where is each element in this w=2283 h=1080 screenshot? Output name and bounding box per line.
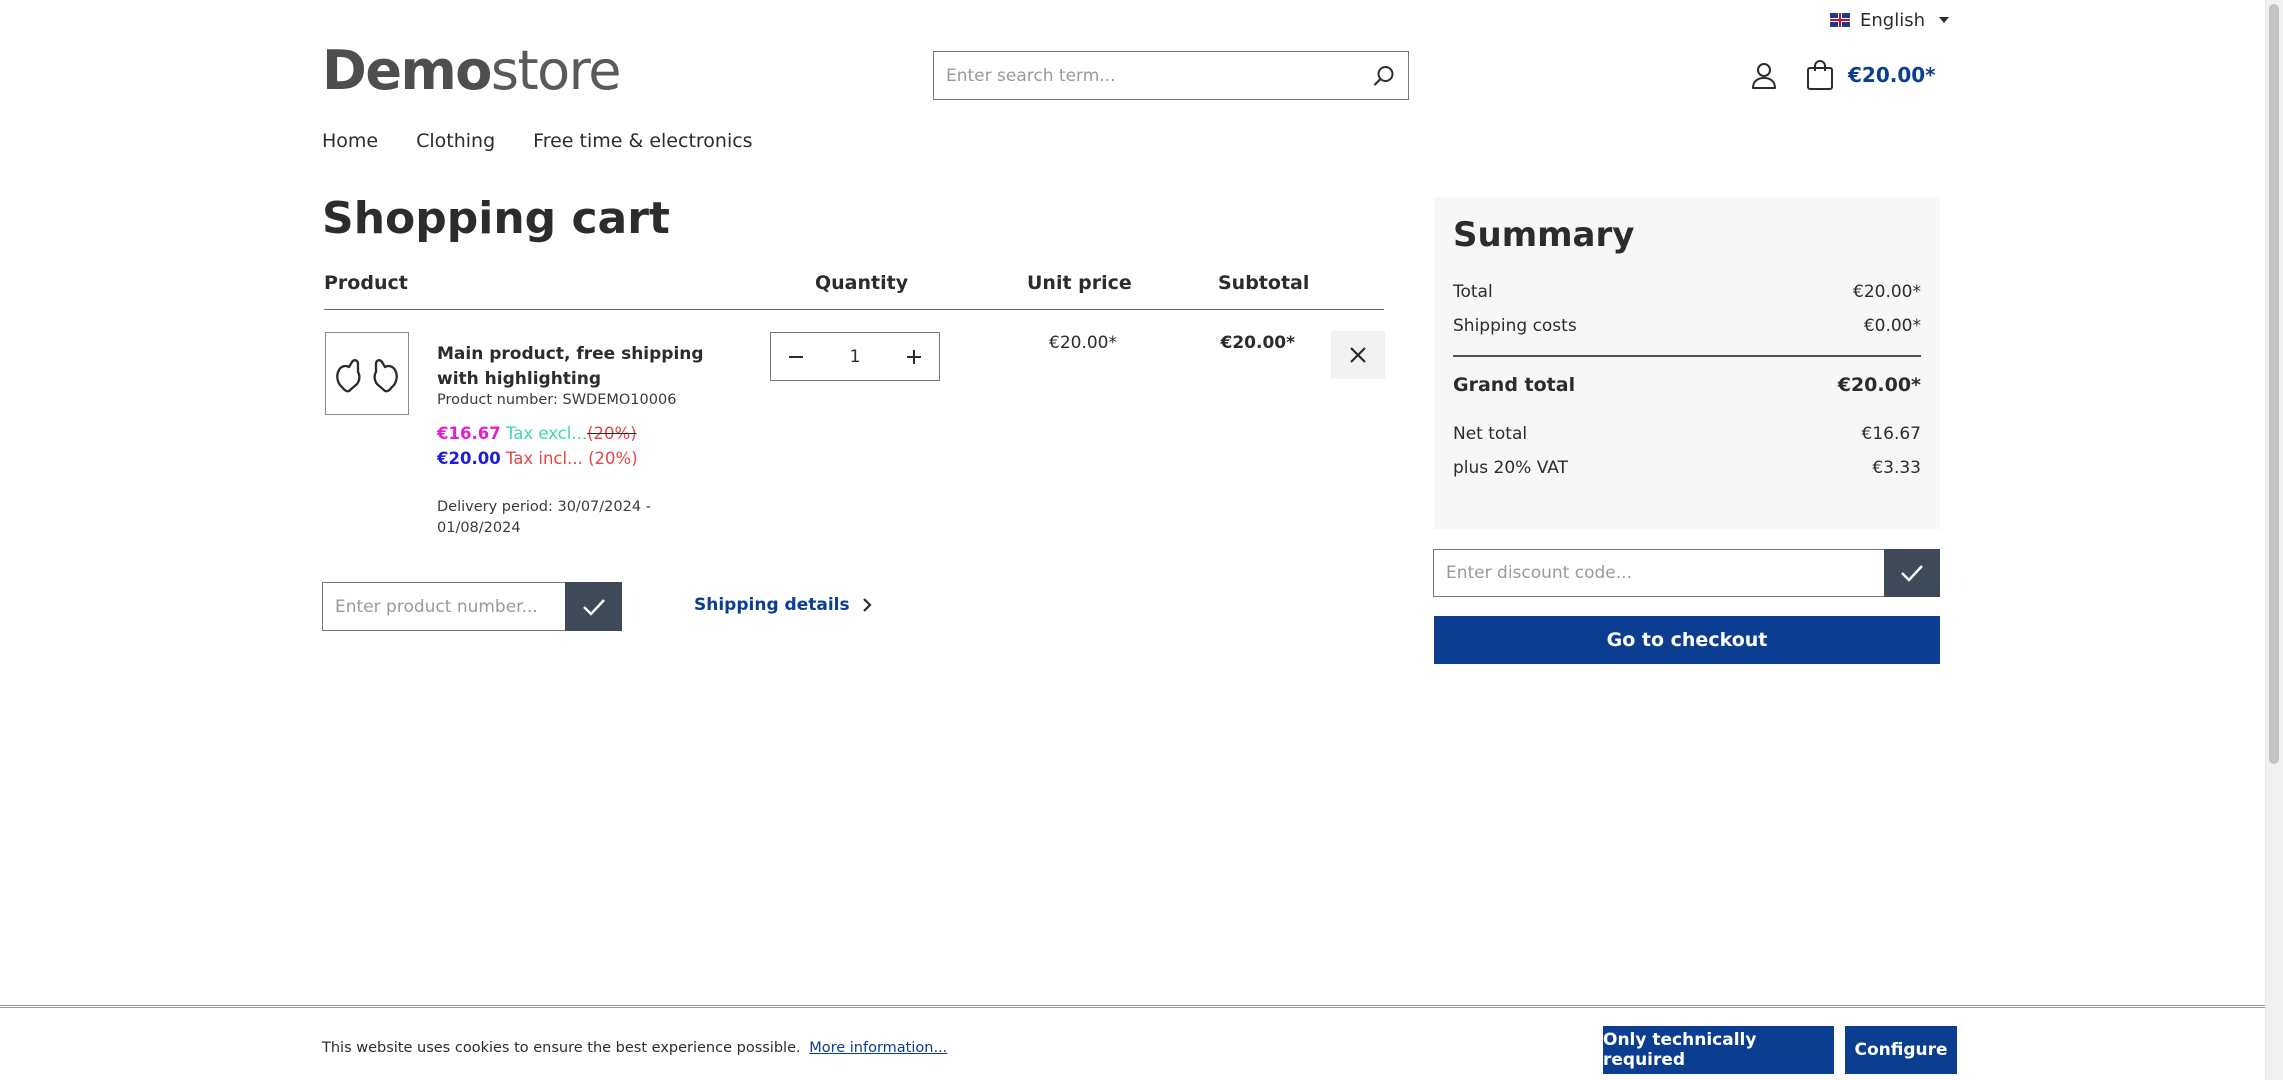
user-icon bbox=[1752, 63, 1776, 89]
apply-discount-button[interactable] bbox=[1884, 549, 1940, 597]
page-title: Shopping cart bbox=[322, 193, 670, 244]
product-number-input[interactable] bbox=[322, 582, 565, 631]
line-subtotal: €20.00* bbox=[1220, 333, 1296, 353]
language-label: English bbox=[1860, 9, 1925, 31]
column-quantity: Quantity bbox=[815, 272, 909, 294]
summary-vat-row: plus 20% VAT €3.33 bbox=[1453, 458, 1921, 478]
tax-excl-rate: (20%) bbox=[587, 424, 637, 443]
price-incl-row: €20.00 Tax incl... (20%) bbox=[437, 449, 638, 468]
account-button[interactable] bbox=[1750, 61, 1778, 89]
summary-shipping-label: Shipping costs bbox=[1453, 316, 1577, 336]
product-name[interactable]: Main product, free shipping with highlig… bbox=[437, 342, 717, 392]
cookie-banner: This website uses cookies to ensure the … bbox=[0, 1005, 2265, 1080]
shipping-details-label: Shipping details bbox=[694, 595, 850, 615]
tax-excl-label: Tax excl... bbox=[505, 424, 588, 443]
search-button[interactable] bbox=[1360, 52, 1408, 99]
cart-table-header: Product Quantity Unit price Subtotal bbox=[324, 272, 1384, 310]
price-incl: €20.00 bbox=[437, 449, 501, 468]
remove-item-button[interactable] bbox=[1331, 331, 1385, 379]
add-product-button[interactable] bbox=[565, 582, 622, 631]
increase-quantity-button[interactable] bbox=[889, 333, 939, 380]
order-summary: Summary Total €20.00* Shipping costs €0.… bbox=[1434, 197, 1940, 529]
discount-form bbox=[1433, 549, 1940, 597]
grand-total-value: €20.00* bbox=[1837, 374, 1921, 396]
price-excl-row: €16.67 Tax excl...(20%) bbox=[437, 424, 637, 443]
vat-label: plus 20% VAT bbox=[1453, 458, 1568, 478]
discount-code-input[interactable] bbox=[1433, 549, 1884, 597]
search-icon bbox=[1373, 65, 1394, 86]
plus-icon bbox=[907, 349, 921, 364]
chevron-down-icon bbox=[1939, 17, 1949, 23]
cookie-more-info-link[interactable]: More information... bbox=[809, 1040, 947, 1056]
summary-shipping-row: Shipping costs €0.00* bbox=[1453, 316, 1921, 336]
column-product: Product bbox=[324, 272, 408, 294]
cookie-text: This website uses cookies to ensure the … bbox=[322, 1040, 801, 1056]
summary-total-value: €20.00* bbox=[1853, 282, 1921, 302]
checkout-button[interactable]: Go to checkout bbox=[1434, 616, 1940, 664]
nav-item-home[interactable]: Home bbox=[322, 130, 378, 152]
shopping-bag-icon bbox=[1807, 60, 1833, 90]
summary-grand-total-row: Grand total €20.00* bbox=[1453, 374, 1921, 396]
shipping-details-link[interactable]: Shipping details bbox=[694, 595, 872, 615]
summary-total-row: Total €20.00* bbox=[1453, 282, 1921, 302]
search-input[interactable] bbox=[934, 52, 1360, 99]
summary-shipping-value: €0.00* bbox=[1863, 316, 1921, 336]
grand-total-label: Grand total bbox=[1453, 374, 1576, 396]
summary-total-label: Total bbox=[1453, 282, 1493, 302]
gloves-icon bbox=[336, 358, 398, 392]
unit-price: €20.00* bbox=[1049, 333, 1117, 353]
chevron-right-icon bbox=[862, 598, 872, 612]
summary-net-row: Net total €16.67 bbox=[1453, 424, 1921, 444]
configure-cookies-button[interactable]: Configure bbox=[1845, 1026, 1957, 1074]
logo-light: store bbox=[490, 39, 622, 102]
logo-bold: Demo bbox=[322, 39, 492, 102]
quantity-stepper: 1 bbox=[770, 332, 940, 381]
product-number: Product number: SWDEMO10006 bbox=[437, 392, 677, 408]
column-unit-price: Unit price bbox=[1027, 272, 1132, 294]
search-bar bbox=[933, 51, 1409, 100]
price-excl: €16.67 bbox=[437, 424, 501, 443]
product-image[interactable] bbox=[325, 332, 409, 415]
add-product-form bbox=[322, 582, 622, 631]
store-logo[interactable]: Demostore bbox=[322, 39, 622, 102]
only-technically-required-button[interactable]: Only technically required bbox=[1603, 1026, 1834, 1074]
net-total-value: €16.67 bbox=[1861, 424, 1921, 444]
scrollbar-thumb[interactable] bbox=[2269, 4, 2279, 764]
minus-icon bbox=[789, 355, 803, 358]
main-navigation: Home Clothing Free time & electronics bbox=[322, 130, 753, 152]
nav-item-clothing[interactable]: Clothing bbox=[416, 130, 495, 152]
cookie-message: This website uses cookies to ensure the … bbox=[322, 1040, 947, 1056]
cart-total: €20.00* bbox=[1848, 63, 1936, 87]
cart-button[interactable]: €20.00* bbox=[1806, 58, 1936, 92]
page-scrollbar[interactable] bbox=[2265, 0, 2283, 1080]
column-subtotal: Subtotal bbox=[1218, 272, 1310, 294]
delivery-period: Delivery period: 30/07/2024 - 01/08/2024 bbox=[437, 499, 651, 536]
checkmark-icon bbox=[1901, 565, 1923, 582]
language-switcher[interactable]: English bbox=[1830, 8, 1949, 32]
quantity-value[interactable]: 1 bbox=[821, 347, 889, 367]
uk-flag-icon bbox=[1830, 13, 1850, 27]
summary-title: Summary bbox=[1453, 215, 1635, 255]
tax-incl-rate: (20%) bbox=[588, 449, 638, 468]
nav-item-free-time-electronics[interactable]: Free time & electronics bbox=[533, 130, 752, 152]
summary-divider bbox=[1453, 355, 1921, 357]
net-total-label: Net total bbox=[1453, 424, 1528, 444]
close-icon bbox=[1350, 347, 1366, 363]
tax-incl-label: Tax incl... bbox=[505, 449, 583, 468]
vat-value: €3.33 bbox=[1872, 458, 1921, 478]
checkmark-icon bbox=[582, 598, 605, 616]
decrease-quantity-button[interactable] bbox=[771, 333, 821, 380]
